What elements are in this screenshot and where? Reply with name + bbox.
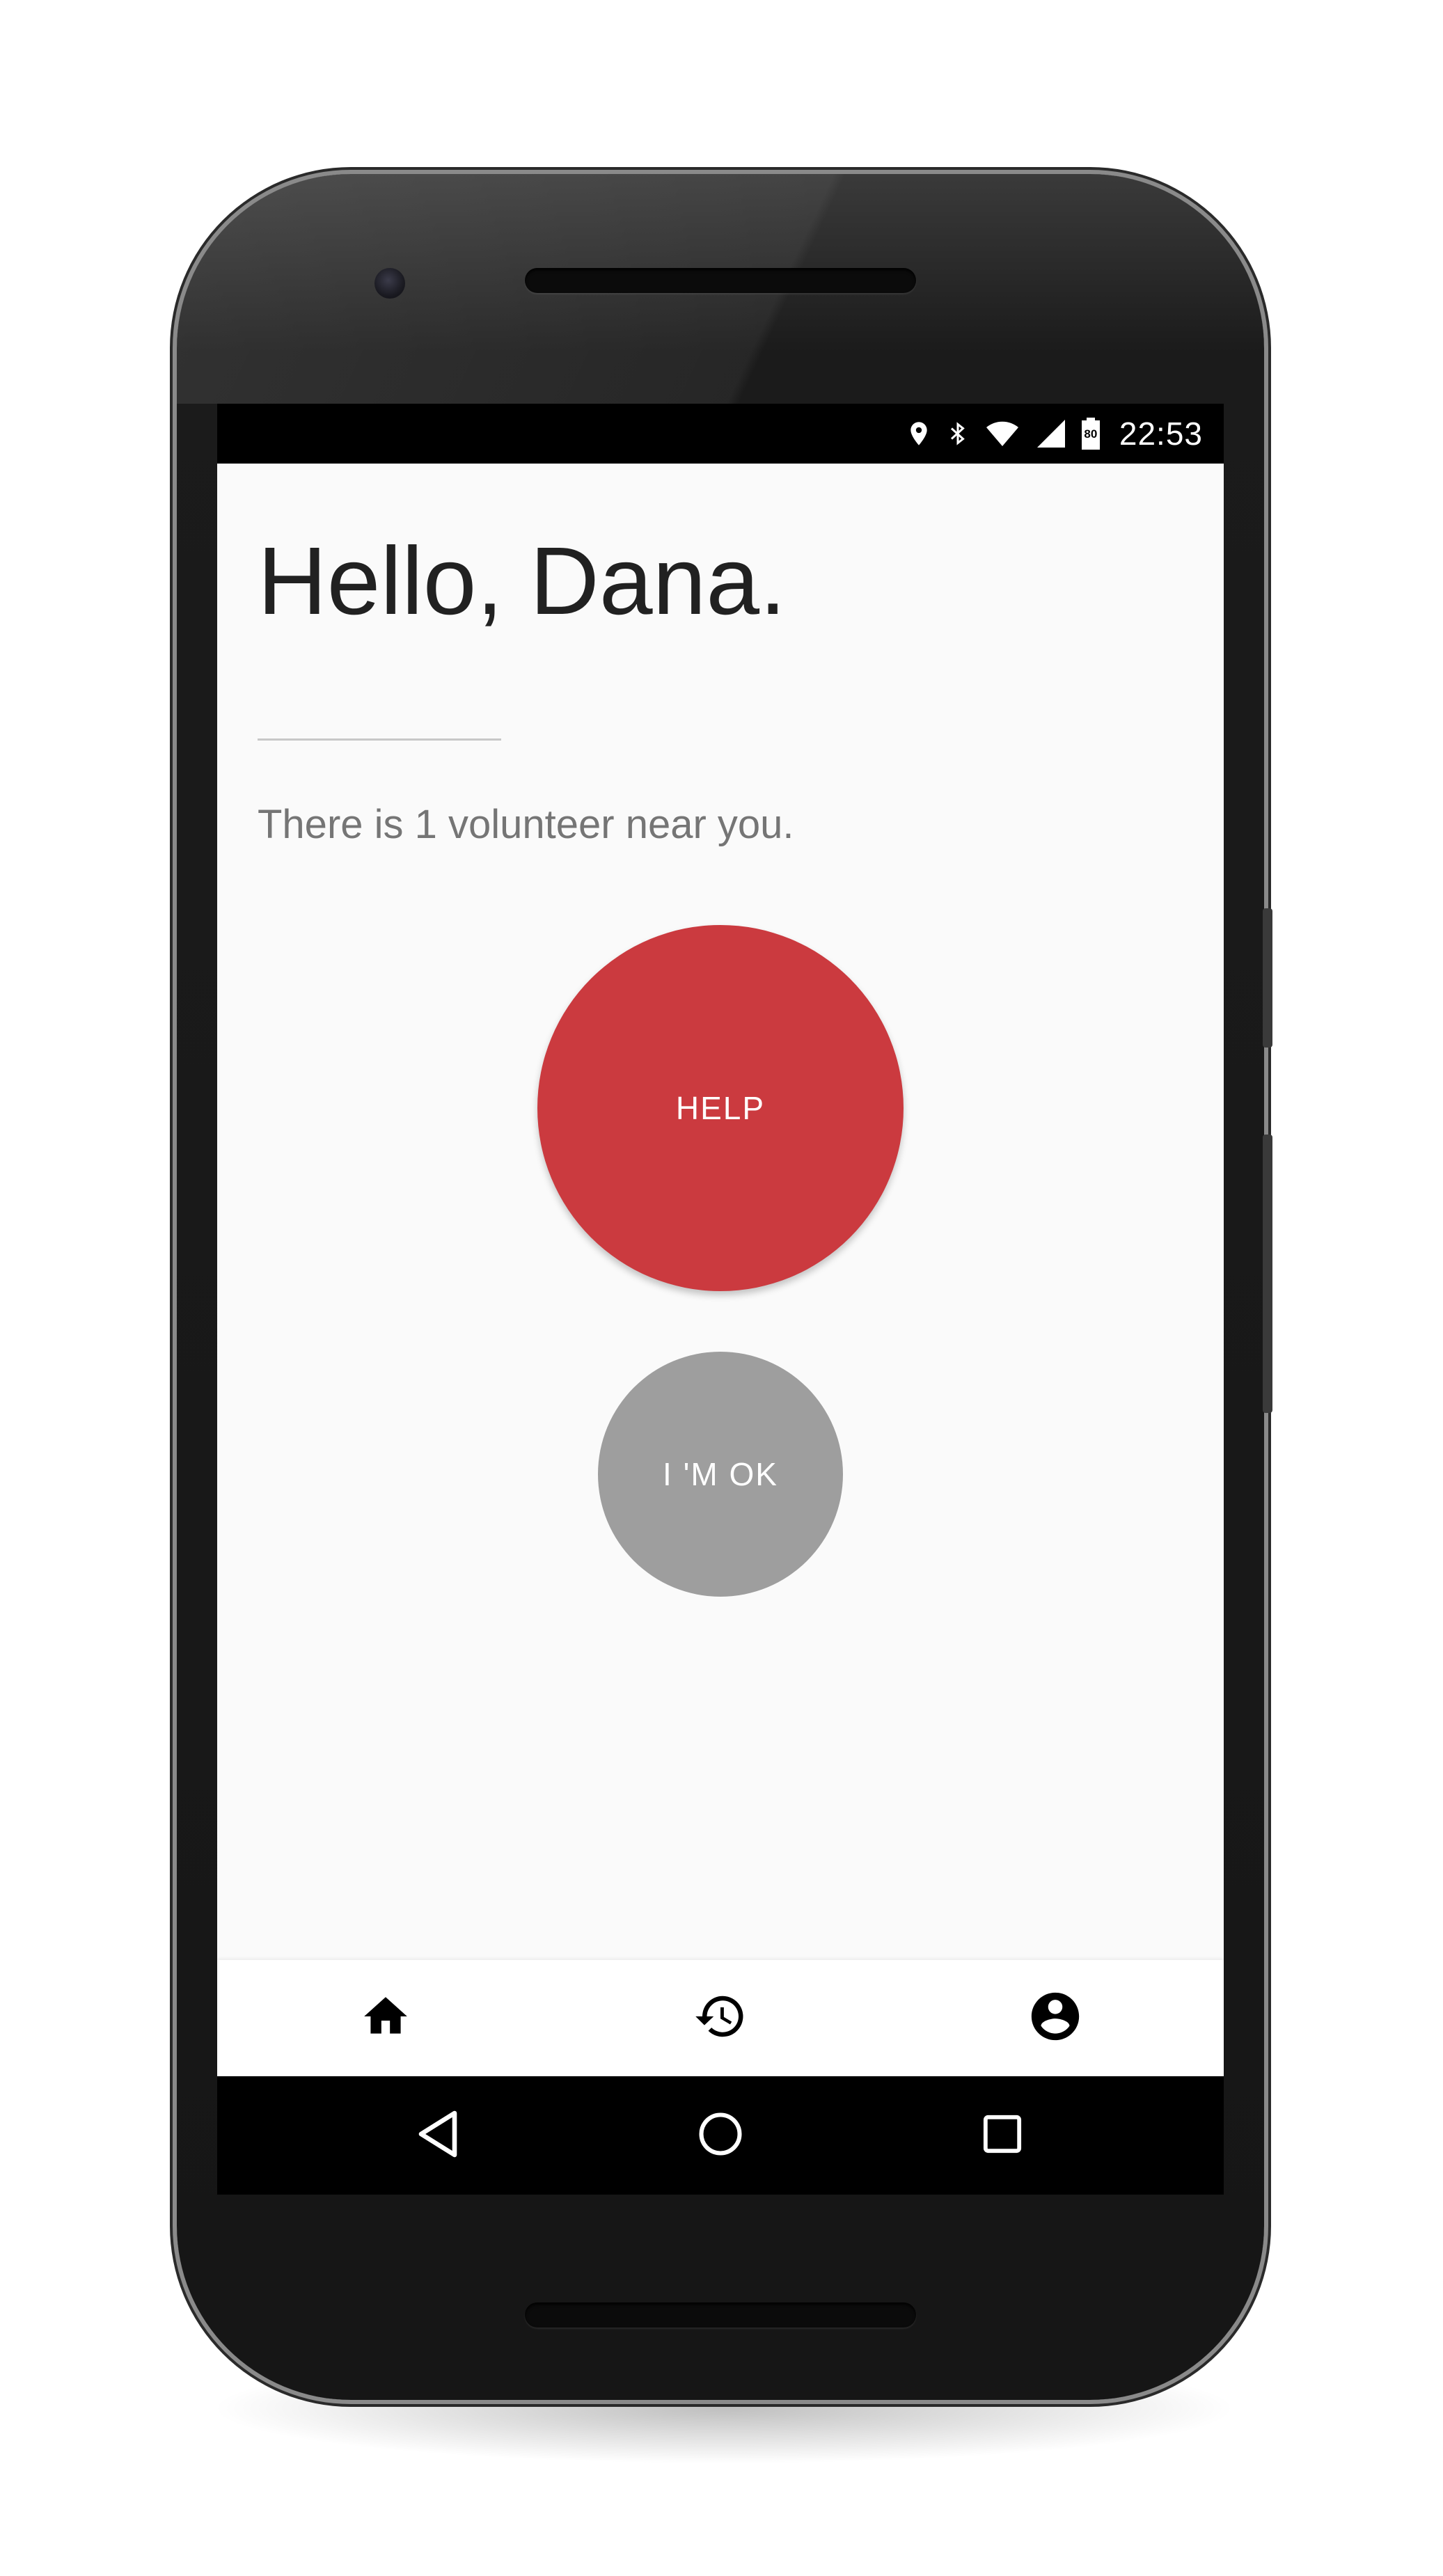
history-icon [693,1989,748,2047]
wifi-icon [983,417,1022,450]
nav-item-account[interactable] [1000,1960,1111,2076]
location-icon [905,417,933,450]
system-back-button[interactable] [389,2076,487,2195]
nav-item-history[interactable] [665,1960,776,2076]
status-icons: 80 22:53 [905,404,1203,464]
system-recents-button[interactable] [954,2076,1051,2195]
im-ok-button[interactable]: I 'M OK [598,1352,843,1597]
account-icon [1027,1988,1084,2048]
title-divider [258,738,501,741]
volume-button [1263,1135,1272,1413]
help-button[interactable]: HELP [537,925,904,1291]
signal-icon [1034,417,1068,450]
home-icon [360,1991,411,2046]
nav-item-home[interactable] [330,1960,441,2076]
back-icon [415,2109,461,2163]
front-camera [374,268,405,299]
home-circle-icon [697,2111,743,2160]
bluetooth-icon [945,417,970,450]
system-home-button[interactable] [672,2076,769,2195]
status-bar: 80 22:53 [217,404,1224,464]
bottom-speaker [525,2302,916,2328]
top-speaker [525,268,916,293]
volunteer-count-text: There is 1 volunteer near you. [258,802,794,847]
battery-icon: 80 [1080,417,1101,450]
recents-icon [982,2114,1023,2158]
power-button [1263,908,1272,1048]
status-clock: 22:53 [1119,416,1203,452]
phone-screen: 80 22:53 Hello, Dana. There is 1 volunte… [217,404,1224,2195]
system-navigation-bar [217,2076,1224,2195]
battery-level: 80 [1084,427,1098,441]
greeting-title: Hello, Dana. [258,528,787,635]
home-content: Hello, Dana. There is 1 volunteer near y… [217,464,1224,1960]
bottom-navigation [217,1960,1224,2076]
